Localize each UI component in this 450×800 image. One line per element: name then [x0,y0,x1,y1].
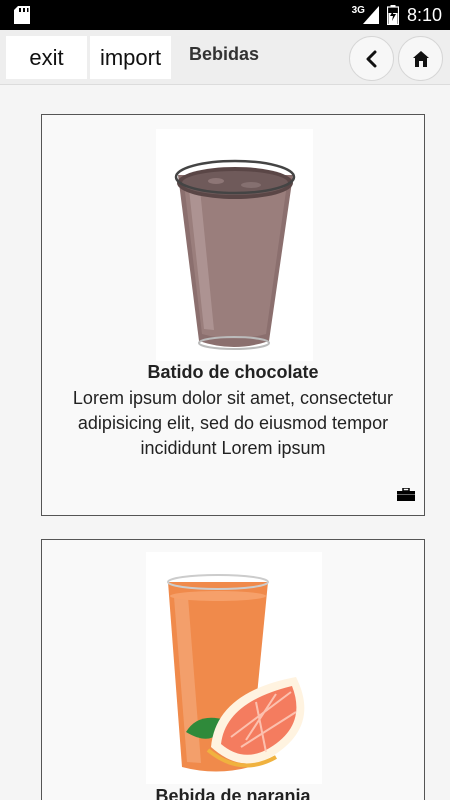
product-image [156,129,313,361]
briefcase-icon[interactable] [397,488,415,501]
list-item[interactable]: Bebida de naranja [41,539,425,800]
app-bar: exit import Bebidas [0,30,450,85]
signal-icon [362,6,379,24]
item-title: Batido de chocolate [147,362,319,382]
item-title: Bebida de naranja [155,786,311,800]
back-button[interactable] [349,36,394,81]
chevron-left-icon [366,50,376,67]
network-type: 3G [351,4,365,16]
home-button[interactable] [398,36,443,81]
item-description: Lorem ipsum dolor sit amet, consectetur … [72,388,394,458]
battery-icon [386,5,399,25]
product-image [146,552,322,784]
import-button[interactable]: import [90,36,171,79]
exit-button[interactable]: exit [6,36,87,79]
page-title: Bebidas [189,44,260,64]
status-bar: 3G 8:10 [0,0,450,30]
sd-card-icon [14,6,30,24]
clock: 8:10 [406,4,442,25]
home-icon [412,50,429,67]
drinks-list: Batido de chocolate Lorem ipsum dolor si… [0,85,450,800]
list-item[interactable]: Batido de chocolate Lorem ipsum dolor si… [41,114,425,516]
